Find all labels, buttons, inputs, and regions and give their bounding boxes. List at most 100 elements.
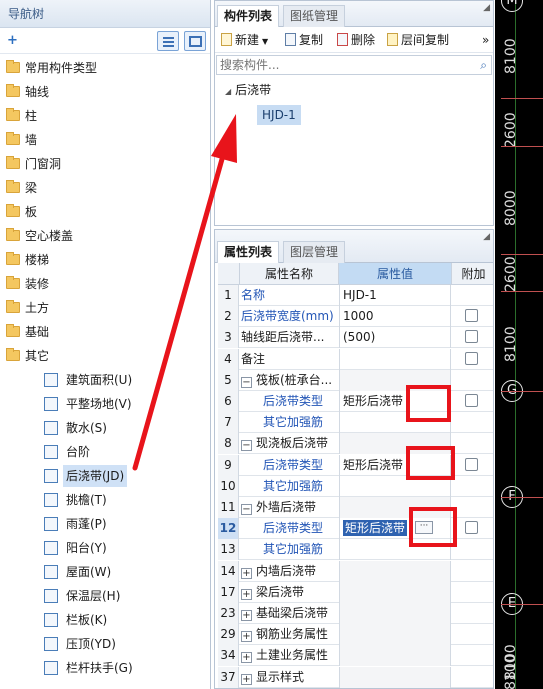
nav-child-item[interactable]: 平整场地(V) <box>0 393 210 415</box>
nav-category-item[interactable]: 土方 <box>0 297 210 319</box>
nav-category-item[interactable]: 基础 <box>0 321 210 343</box>
search-input[interactable] <box>217 56 467 74</box>
property-value-cell[interactable]: HJD-1 <box>339 285 451 306</box>
property-row[interactable]: 34 + 土建业务属性 <box>218 645 493 666</box>
nav-category-label: 墙 <box>25 133 38 147</box>
nav-category-label: 轴线 <box>25 85 50 99</box>
nav-child-item[interactable]: 后浇带(JD) <box>0 465 210 487</box>
property-row[interactable]: 6 后浇带类型 矩形后浇带 <box>218 391 493 412</box>
list-view-button[interactable] <box>157 31 179 51</box>
attach-checkbox[interactable] <box>465 352 478 365</box>
property-row[interactable]: 37 + 显示样式 <box>218 667 493 688</box>
nav-category-item[interactable]: 其它 <box>0 345 210 367</box>
row-number: 17 <box>218 582 239 603</box>
nav-child-item[interactable]: 建筑面积(U) <box>0 369 210 391</box>
row-number: 12 <box>218 518 239 539</box>
expand-toggle-icon[interactable]: − <box>241 440 252 451</box>
new-button[interactable]: 新建 ▼ <box>221 32 268 48</box>
nav-child-item[interactable]: 阳台(Y) <box>0 537 210 559</box>
nav-category-item[interactable]: 板 <box>0 201 210 223</box>
drawing-canvas[interactable]: 8100260080002600810081008100MGFE <box>495 0 543 689</box>
search-icon[interactable]: ⌕ <box>480 58 487 73</box>
expand-toggle-icon[interactable]: + <box>241 652 252 663</box>
property-value-cell[interactable] <box>339 645 451 666</box>
attach-cell <box>452 455 493 476</box>
component-item-hjd1[interactable]: HJD-1 <box>257 105 301 125</box>
attach-checkbox[interactable] <box>465 394 478 407</box>
tab-property-list[interactable]: 属性列表 <box>217 241 280 263</box>
nav-child-label: 后浇带(JD) <box>63 465 128 487</box>
expand-toggle-icon[interactable]: + <box>241 674 252 685</box>
tab-drawing-management[interactable]: 图纸管理 <box>283 5 346 27</box>
nav-child-item[interactable]: 栏杆扶手(G) <box>0 657 210 679</box>
property-value-cell[interactable] <box>339 667 451 688</box>
pin-icon[interactable]: ◢ <box>483 3 490 13</box>
expand-toggle-icon[interactable]: + <box>241 610 252 621</box>
property-value-cell[interactable] <box>339 561 451 582</box>
pin-icon[interactable]: ◢ <box>483 232 490 242</box>
row-number: 8 <box>218 433 239 454</box>
nav-child-item[interactable]: 屋面(W) <box>0 561 210 583</box>
property-value-cell[interactable] <box>339 582 451 603</box>
nav-category-item[interactable]: 柱 <box>0 105 210 127</box>
delete-button[interactable]: 删除 <box>337 32 375 48</box>
nav-category-item[interactable]: 墙 <box>0 129 210 151</box>
property-name-label: 其它加强筋 <box>263 479 324 493</box>
expand-toggle-icon[interactable]: + <box>241 568 252 579</box>
nav-child-item[interactable]: 散水(S) <box>0 417 210 439</box>
tab-component-list[interactable]: 构件列表 <box>217 5 280 27</box>
property-row[interactable]: 23 + 基础梁后浇带 <box>218 603 493 624</box>
property-row[interactable]: 29 + 钢筋业务属性 <box>218 624 493 645</box>
attach-checkbox[interactable] <box>465 309 478 322</box>
expand-toggle-icon[interactable]: + <box>241 589 252 600</box>
property-value-cell[interactable]: (500) <box>339 327 451 348</box>
property-row[interactable]: 17 + 梁后浇带 <box>218 582 493 603</box>
row-number: 1 <box>218 285 239 306</box>
nav-category-item[interactable]: 梁 <box>0 177 210 199</box>
nav-child-item[interactable]: 压顶(YD) <box>0 633 210 655</box>
nav-child-item[interactable]: 雨蓬(P) <box>0 513 210 535</box>
nav-category-label: 梁 <box>25 181 38 195</box>
nav-category-item[interactable]: 轴线 <box>0 81 210 103</box>
tab-layer-management[interactable]: 图层管理 <box>283 241 346 263</box>
attach-cell <box>452 497 493 518</box>
property-value-cell[interactable]: 1000 <box>339 306 451 327</box>
nav-category-item[interactable]: 常用构件类型 <box>0 57 210 79</box>
property-row[interactable]: 14 + 内墙后浇带 <box>218 561 493 582</box>
add-icon[interactable]: + <box>7 33 18 48</box>
property-row[interactable]: 4 备注 <box>218 349 493 370</box>
collapse-triangle-icon[interactable]: ◢ <box>225 87 231 96</box>
property-row[interactable]: 1 名称 HJD-1 <box>218 285 493 306</box>
property-value-editor[interactable]: 矩形后浇带 <box>343 520 408 536</box>
nav-child-item[interactable]: 台阶 <box>0 441 210 463</box>
nav-child-item[interactable]: 挑檐(T) <box>0 489 210 511</box>
dropdown-arrow-icon[interactable]: ▼ <box>262 37 268 46</box>
copy-button[interactable]: 复制 <box>285 32 323 48</box>
nav-child-item[interactable]: 保温层(H) <box>0 585 210 607</box>
property-value-cell[interactable] <box>339 349 451 370</box>
dimension-label: 8000 <box>503 190 519 226</box>
nav-category-item[interactable]: 楼梯 <box>0 249 210 271</box>
attach-checkbox[interactable] <box>465 330 478 343</box>
property-value-cell[interactable] <box>339 624 451 645</box>
nav-child-item[interactable]: 栏板(K) <box>0 609 210 631</box>
property-row[interactable]: 3 轴线距后浇带... (500) <box>218 327 493 348</box>
expand-toggle-icon[interactable]: + <box>241 631 252 642</box>
property-value-cell[interactable] <box>339 603 451 624</box>
component-search[interactable]: ⌕ <box>216 55 492 75</box>
panel-view-button[interactable] <box>184 31 206 51</box>
property-row[interactable]: 2 后浇带宽度(mm) 1000 <box>218 306 493 327</box>
attach-checkbox[interactable] <box>465 458 478 471</box>
nav-category-item[interactable]: 门窗洞 <box>0 153 210 175</box>
component-tree-root[interactable]: ◢ 后浇带 <box>225 81 271 99</box>
expand-toggle-icon[interactable]: − <box>241 504 252 515</box>
attach-checkbox[interactable] <box>465 521 478 534</box>
property-row[interactable]: 7 其它加强筋 <box>218 412 493 433</box>
nav-category-item[interactable]: 空心楼盖 <box>0 225 210 247</box>
balcony-icon <box>44 541 58 555</box>
floor-copy-button[interactable]: 层间复制 <box>387 32 449 48</box>
more-button[interactable]: » <box>482 32 489 48</box>
expand-toggle-icon[interactable]: − <box>241 377 252 388</box>
property-row[interactable]: 5− 筏板(桩承台... <box>218 370 493 391</box>
nav-category-item[interactable]: 装修 <box>0 273 210 295</box>
